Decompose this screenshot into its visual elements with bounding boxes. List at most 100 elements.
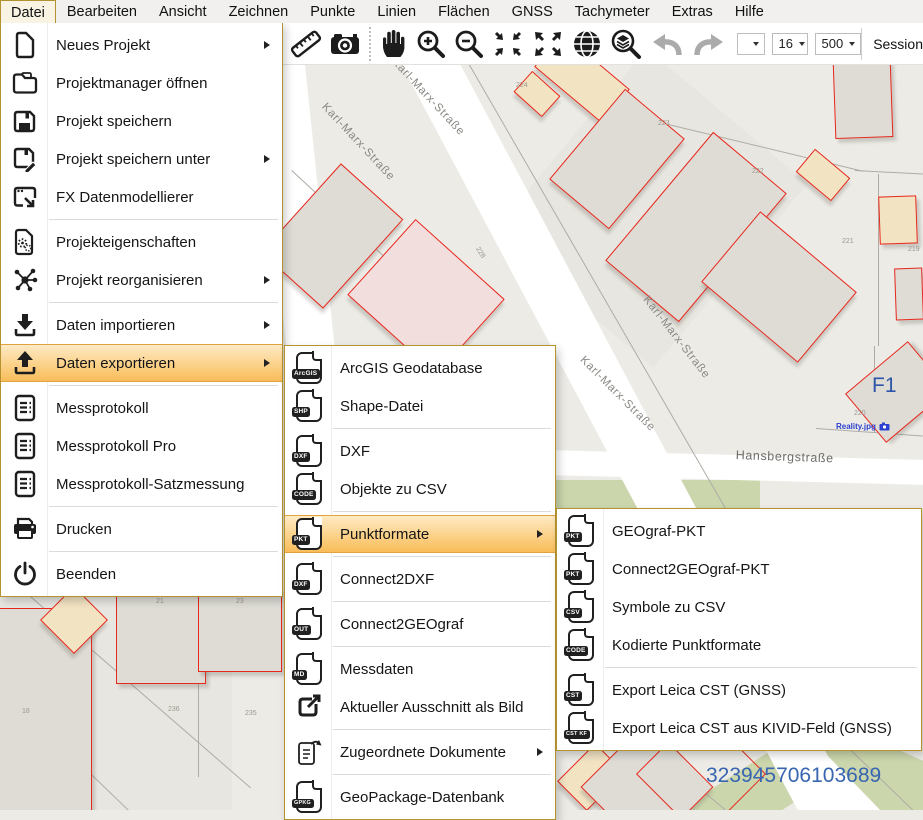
menubar-item-linien[interactable]: Linien — [366, 0, 427, 23]
building — [833, 59, 894, 139]
menu-item-geopackage-datenbank[interactable]: GPKG GeoPackage-Datenbank — [285, 778, 555, 816]
menubar-item-datei[interactable]: Datei — [0, 0, 56, 23]
open-project-folder-icon — [1, 70, 48, 96]
file-badge: SHP — [292, 407, 311, 418]
redo-button[interactable] — [688, 24, 730, 64]
document-link-icon — [285, 738, 332, 766]
toolbar-combo-16[interactable]: 16 — [772, 33, 808, 55]
file-badge: PKT — [564, 570, 583, 581]
menu-item-messprotokoll-pro[interactable]: Messprotokoll Pro — [1, 427, 282, 465]
zoom-out-button[interactable] — [450, 24, 488, 64]
parcel-number: 23 — [236, 598, 244, 605]
arrows-outward-icon — [531, 28, 565, 60]
parcel-number: 219 — [908, 246, 920, 253]
menu-item-dxf[interactable]: DXF DXF — [285, 432, 555, 470]
menubar-item-bearbeiten[interactable]: Bearbeiten — [56, 0, 148, 23]
menu-separator — [333, 556, 551, 557]
menu-item-projekteigenschaften[interactable]: Projekteigenschaften — [1, 223, 282, 261]
file-badge: CODE — [564, 646, 589, 657]
menubar-item-ansicht[interactable]: Ansicht — [148, 0, 218, 23]
file-badge: CODE — [292, 490, 317, 501]
menu-item-connect2dxf[interactable]: DXF Connect2DXF — [285, 560, 555, 598]
menu-item-objekte-zu-csv[interactable]: CODE Objekte zu CSV — [285, 470, 555, 508]
menu-item-label: Punktformate — [332, 526, 537, 543]
file-badge: DXF — [292, 452, 311, 463]
submenu-arrow-icon — [537, 748, 543, 756]
zoom-out-icon — [453, 28, 485, 60]
menu-item-projekt-speichern-unter[interactable]: Projekt speichern unter — [1, 140, 282, 178]
snapshot-button[interactable] — [326, 24, 364, 64]
submenu-arrow-icon — [537, 530, 543, 538]
submenu-arrow-icon — [264, 155, 270, 163]
menu-separator — [333, 729, 551, 730]
window-export-icon — [1, 184, 48, 210]
menu-item-zugeordnete-dokumente[interactable]: Zugeordnete Dokumente — [285, 733, 555, 771]
measure-button[interactable] — [286, 24, 326, 64]
menu-item-daten-exportieren[interactable]: Daten exportieren — [1, 344, 282, 382]
menu-item-beenden[interactable]: Beenden — [1, 555, 282, 593]
menu-item-connect2geograf-pkt[interactable]: PKT Connect2GEOgraf-PKT — [557, 550, 921, 588]
menu-item-messdaten[interactable]: MD Messdaten — [285, 650, 555, 688]
menubar-item-tachymeter[interactable]: Tachymeter — [564, 0, 661, 23]
network-nodes-icon — [1, 267, 48, 293]
report-document-icon — [1, 470, 48, 498]
menu-item-label: Connect2GEOgraf-PKT — [604, 561, 921, 578]
menu-bar: Datei Bearbeiten Ansicht Zeichnen Punkte… — [0, 0, 923, 23]
menu-item-projekt-speichern[interactable]: Projekt speichern — [1, 102, 282, 140]
menu-item-kodierte-punktformate[interactable]: CODE Kodierte Punktformate — [557, 626, 921, 664]
menu-item-projekt-reorganisieren[interactable]: Projekt reorganisieren — [1, 261, 282, 299]
menu-item-label: Shape-Datei — [332, 398, 555, 415]
menubar-item-zeichnen[interactable]: Zeichnen — [218, 0, 300, 23]
menu-item-symbole-zu-csv[interactable]: CSV Symbole zu CSV — [557, 588, 921, 626]
building — [878, 195, 918, 244]
menu-item-neues-projekt[interactable]: Neues Projekt — [1, 26, 282, 64]
menu-item-label: Messprotokoll — [48, 400, 282, 417]
menu-item-fx-datenmodellierer[interactable]: FX Datenmodellierer — [1, 178, 282, 216]
parcel-number: 223 — [658, 120, 670, 127]
file-badge: MD — [292, 670, 308, 681]
file-badge: CSV — [564, 608, 583, 619]
menubar-item-punkte[interactable]: Punkte — [299, 0, 366, 23]
gpkg-file-icon: GPKG — [285, 781, 332, 813]
toolbar-combo-empty[interactable] — [737, 33, 765, 55]
menu-item-arcgis-geodatabase[interactable]: ArcGIS ArcGIS Geodatabase — [285, 349, 555, 387]
zoom-in-button[interactable] — [412, 24, 450, 64]
menubar-item-extras[interactable]: Extras — [661, 0, 724, 23]
menu-item-messprotokoll-satzmessung[interactable]: Messprotokoll-Satzmessung — [1, 465, 282, 503]
photo-attachment-link[interactable]: Reality.jpg — [836, 422, 890, 431]
menu-item-connect2geograf[interactable]: OUT Connect2GEOgraf — [285, 605, 555, 643]
menubar-item-gnss[interactable]: GNSS — [501, 0, 564, 23]
parcel-number: 221 — [842, 238, 854, 245]
menubar-item-flaechen[interactable]: Flächen — [427, 0, 501, 23]
menu-item-punktformate[interactable]: PKT Punktformate — [285, 515, 555, 553]
session-label[interactable]: Session — [861, 28, 923, 60]
menu-item-sh​ape-datei[interactable]: SHP Shape-Datei — [285, 387, 555, 425]
menu-item-geograf-pkt[interactable]: PKT GEOgraf-PKT — [557, 512, 921, 550]
import-arrow-icon — [1, 312, 48, 338]
menu-item-export-leica-cst-kivid-gnss[interactable]: CST KF Export Leica CST aus KIVID-Feld (… — [557, 709, 921, 747]
report-document-icon — [1, 432, 48, 460]
toolbar-combo-500[interactable]: 500 — [815, 33, 861, 55]
parcel-number: 222 — [752, 168, 764, 175]
menubar-item-hilfe[interactable]: Hilfe — [724, 0, 775, 23]
menu-item-aktueller-ausschnitt-als-bild[interactable]: Aktueller Ausschnitt als Bild — [285, 688, 555, 726]
undo-button[interactable] — [646, 24, 688, 64]
zoom-contract-button[interactable] — [488, 24, 528, 64]
zoom-expand-button[interactable] — [528, 24, 568, 64]
menu-item-label: FX Datenmodellierer — [48, 189, 282, 206]
world-view-button[interactable] — [568, 24, 606, 64]
menu-item-projektmanager-oeffnen[interactable]: Projektmanager öffnen — [1, 64, 282, 102]
menu-separator — [333, 774, 551, 775]
menu-item-messprotokoll[interactable]: Messprotokoll — [1, 389, 282, 427]
submenu-arrow-icon — [264, 41, 270, 49]
export-submenu: ArcGIS ArcGIS Geodatabase SHP Shape-Date… — [284, 345, 556, 820]
menu-item-drucken[interactable]: Drucken — [1, 510, 282, 548]
pan-button[interactable] — [376, 24, 412, 64]
menu-item-label: Neues Projekt — [48, 37, 264, 54]
undo-icon — [649, 29, 685, 59]
menu-item-export-leica-cst-gnss[interactable]: CST Export Leica CST (GNSS) — [557, 671, 921, 709]
code-file-icon: CODE — [285, 473, 332, 505]
document-gears-icon — [1, 228, 48, 256]
search-layers-button[interactable] — [606, 24, 646, 64]
menu-item-daten-importieren[interactable]: Daten importieren — [1, 306, 282, 344]
